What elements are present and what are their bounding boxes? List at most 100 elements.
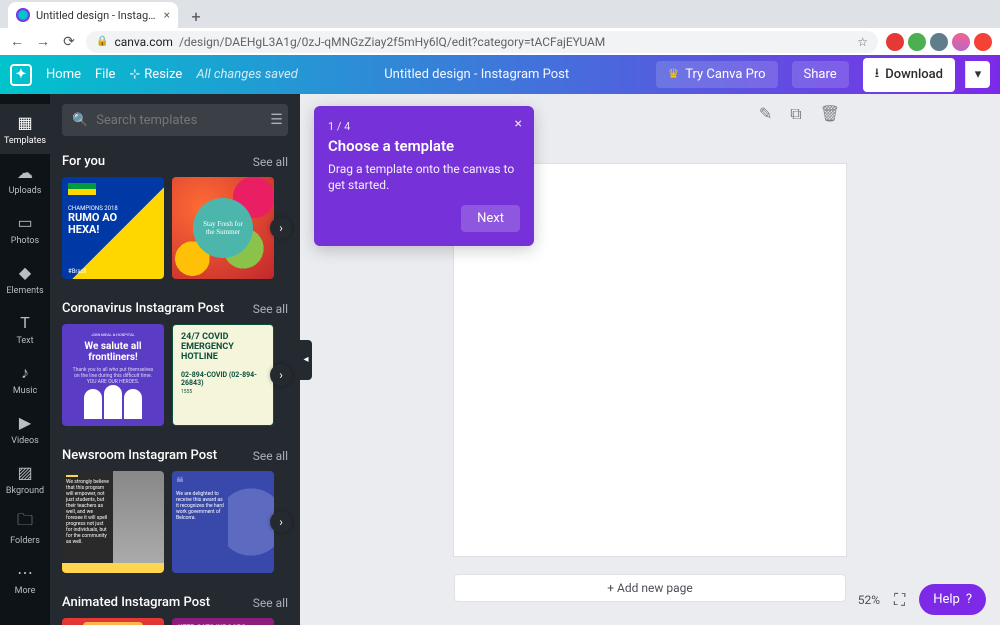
template-card[interactable] xyxy=(62,618,164,625)
rail-uploads[interactable]: ☁Uploads xyxy=(0,154,50,204)
card-text: HEXA! xyxy=(68,224,158,236)
section-title: Newsroom Instagram Post xyxy=(62,448,217,463)
card-text: Thank you to all who put themselves on t… xyxy=(70,367,156,385)
chevron-right-icon[interactable]: › xyxy=(270,511,292,533)
help-button[interactable]: Help ? xyxy=(919,584,986,615)
try-pro-button[interactable]: ♛ Try Canva Pro xyxy=(656,61,778,88)
document-title[interactable]: Untitled design - Instagram Post xyxy=(384,67,569,82)
tab-close-icon[interactable]: × xyxy=(164,8,170,22)
background-icon: ▨ xyxy=(15,463,35,483)
download-button[interactable]: ⭳ Download xyxy=(863,58,955,92)
search-field[interactable] xyxy=(96,113,262,128)
ext-icon[interactable] xyxy=(930,33,948,51)
crown-icon: ♛ xyxy=(668,67,680,82)
see-all-link[interactable]: See all xyxy=(253,302,288,316)
browser-toolbar: ← → ⟳ 🔒 canva.com/design/DAEHgL3A1g/0zJ-… xyxy=(0,28,1000,55)
browser-tab[interactable]: Untitled design - Instagram Po... × xyxy=(8,2,178,28)
see-all-link[interactable]: See all xyxy=(253,449,288,463)
extension-icons xyxy=(886,33,992,51)
section-animated: Animated Instagram Post See all KEEP CAT… xyxy=(50,587,300,625)
card-text: Stay Fresh for the Summer xyxy=(193,198,253,258)
template-card[interactable]: CHAMPIONS 2018 RUMO AO HEXA! #Brazil xyxy=(62,177,164,279)
delete-icon[interactable]: 🗑 xyxy=(820,104,840,124)
address-bar[interactable]: 🔒 canva.com/design/DAEHgL3A1g/0zJ-qMNGzZ… xyxy=(86,31,878,53)
download-dropdown[interactable]: ▾ xyxy=(965,61,990,88)
ext-icon[interactable] xyxy=(908,33,926,51)
rail-label: More xyxy=(15,586,36,596)
card-image xyxy=(228,471,274,573)
section-newsroom: Newsroom Instagram Post See all We stron… xyxy=(50,440,300,587)
notes-icon[interactable]: ✎ xyxy=(759,104,772,124)
rail-music[interactable]: ♪Music xyxy=(0,354,50,404)
template-card[interactable]: ❝We are delighted to receive this award … xyxy=(172,471,274,573)
section-title: Animated Instagram Post xyxy=(62,595,210,610)
tooltip-body: Drag a template onto the canvas to get s… xyxy=(328,161,520,193)
help-icon: ? xyxy=(966,592,972,607)
canva-logo[interactable]: ✦ xyxy=(10,64,32,86)
collapse-panel-button[interactable]: ◂ xyxy=(300,340,312,380)
avatar[interactable] xyxy=(952,33,970,51)
text-icon: T xyxy=(15,313,35,333)
tooltip-title: Choose a template xyxy=(328,137,520,155)
file-menu[interactable]: File xyxy=(95,67,115,82)
fullscreen-icon[interactable]: ⛶ xyxy=(894,590,905,610)
section-title: For you xyxy=(62,154,105,169)
filter-icon[interactable]: ☰ xyxy=(270,112,283,128)
search-input[interactable]: 🔍 ☰ xyxy=(62,104,288,136)
template-card[interactable]: 24/7 COVID EMERGENCY HOTLINE 02-894-COVI… xyxy=(172,324,274,426)
tooltip-next-button[interactable]: Next xyxy=(461,205,520,232)
back-icon[interactable]: ← xyxy=(8,33,26,51)
card-text: JOIN MEAL & HOSPITAL xyxy=(70,332,156,337)
rail-label: Videos xyxy=(11,436,39,446)
canvas-bottombar: 52% ⛶ Help ? xyxy=(858,584,986,615)
download-label: Download xyxy=(885,67,943,82)
template-card[interactable]: Stay Fresh for the Summer xyxy=(172,177,274,279)
page-actions: ✎ ⧉ 🗑 xyxy=(759,104,840,124)
template-card[interactable]: JOIN MEAL & HOSPITAL We salute all front… xyxy=(62,324,164,426)
elements-icon: ◆ xyxy=(15,263,35,283)
star-icon[interactable]: ☆ xyxy=(857,35,868,49)
rail-label: Text xyxy=(16,336,33,346)
favicon xyxy=(16,8,30,22)
card-accent xyxy=(62,563,164,573)
rail-elements[interactable]: ◆Elements xyxy=(0,254,50,304)
rail-more[interactable]: ⋯More xyxy=(0,554,50,604)
resize-button[interactable]: ⊹ Resize xyxy=(129,67,182,82)
rail-templates[interactable]: ▦Templates xyxy=(0,104,50,154)
resize-icon: ⊹ xyxy=(129,67,140,82)
template-row: KEEP CATS INDOORS xyxy=(62,618,288,625)
reload-icon[interactable]: ⟳ xyxy=(60,33,78,51)
add-page-button[interactable]: + Add new page xyxy=(454,574,846,602)
forward-icon[interactable]: → xyxy=(34,33,52,51)
rail-background[interactable]: ▨ Bkground xyxy=(0,454,50,504)
templates-panel: 🔍 ☰ For you See all CHAMPIONS 2018 RUMO … xyxy=(50,94,300,625)
card-text: We are delighted to receive this award a… xyxy=(176,491,224,521)
card-text: We strongly believe that this program wi… xyxy=(62,471,113,563)
rail-label: Uploads xyxy=(9,186,42,196)
new-tab-button[interactable]: + xyxy=(184,4,208,28)
section-for-you: For you See all CHAMPIONS 2018 RUMO AO H… xyxy=(50,146,300,293)
template-card[interactable]: We strongly believe that this program wi… xyxy=(62,471,164,573)
rail-folders[interactable]: 🗀Folders xyxy=(0,504,50,554)
save-status: All changes saved xyxy=(196,67,297,82)
share-button[interactable]: Share xyxy=(792,61,849,88)
app-main: ▦Templates ☁Uploads ▭Photos ◆Elements TT… xyxy=(0,94,1000,625)
rail-label: Bkground xyxy=(6,486,44,496)
see-all-link[interactable]: See all xyxy=(253,155,288,169)
side-rail: ▦Templates ☁Uploads ▭Photos ◆Elements TT… xyxy=(0,94,50,625)
rail-text[interactable]: T Text xyxy=(0,304,50,354)
template-card[interactable]: KEEP CATS INDOORS xyxy=(172,618,274,625)
card-image xyxy=(113,471,164,563)
chevron-right-icon[interactable]: › xyxy=(270,217,292,239)
zoom-level[interactable]: 52% xyxy=(858,593,880,607)
templates-icon: ▦ xyxy=(15,113,35,133)
rail-videos[interactable]: ▶Videos xyxy=(0,404,50,454)
rail-photos[interactable]: ▭Photos xyxy=(0,204,50,254)
chevron-right-icon[interactable]: › xyxy=(270,364,292,386)
quote-icon: ❝ xyxy=(176,475,224,491)
duplicate-icon[interactable]: ⧉ xyxy=(790,104,801,124)
ext-icon[interactable] xyxy=(974,33,992,51)
see-all-link[interactable]: See all xyxy=(253,596,288,610)
home-link[interactable]: Home xyxy=(46,67,81,82)
ext-icon[interactable] xyxy=(886,33,904,51)
